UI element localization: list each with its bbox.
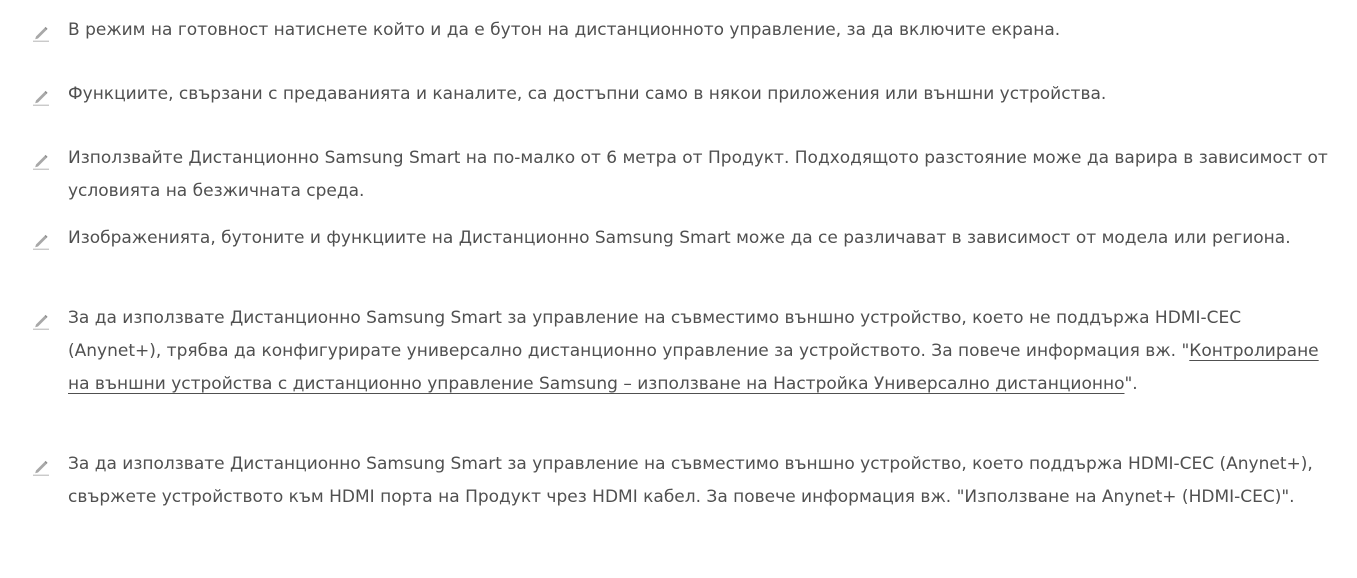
note-text-after: ". bbox=[1124, 374, 1138, 394]
note-text: За да използвате Дистанционно Samsung Sm… bbox=[68, 454, 1313, 507]
pencil-note-icon bbox=[33, 154, 49, 170]
pencil-note-icon bbox=[33, 460, 49, 476]
note-text: Функциите, свързани с предаванията и кан… bbox=[68, 84, 1107, 104]
pencil-note-icon bbox=[33, 90, 49, 106]
note-text: За да използвате Дистанционно Samsung Sm… bbox=[68, 302, 1337, 401]
pencil-note-icon bbox=[33, 26, 49, 42]
note-text-before: За да използвате Дистанционно Samsung Sm… bbox=[68, 308, 1242, 361]
note-text: Използвайте Дистанционно Samsung Smart н… bbox=[68, 148, 1328, 201]
pencil-note-icon bbox=[33, 314, 49, 330]
pencil-note-icon bbox=[33, 234, 49, 250]
note-text: Изображенията, бутоните и функциите на Д… bbox=[68, 228, 1291, 248]
note-text: В режим на готовност натиснете който и д… bbox=[68, 20, 1061, 40]
